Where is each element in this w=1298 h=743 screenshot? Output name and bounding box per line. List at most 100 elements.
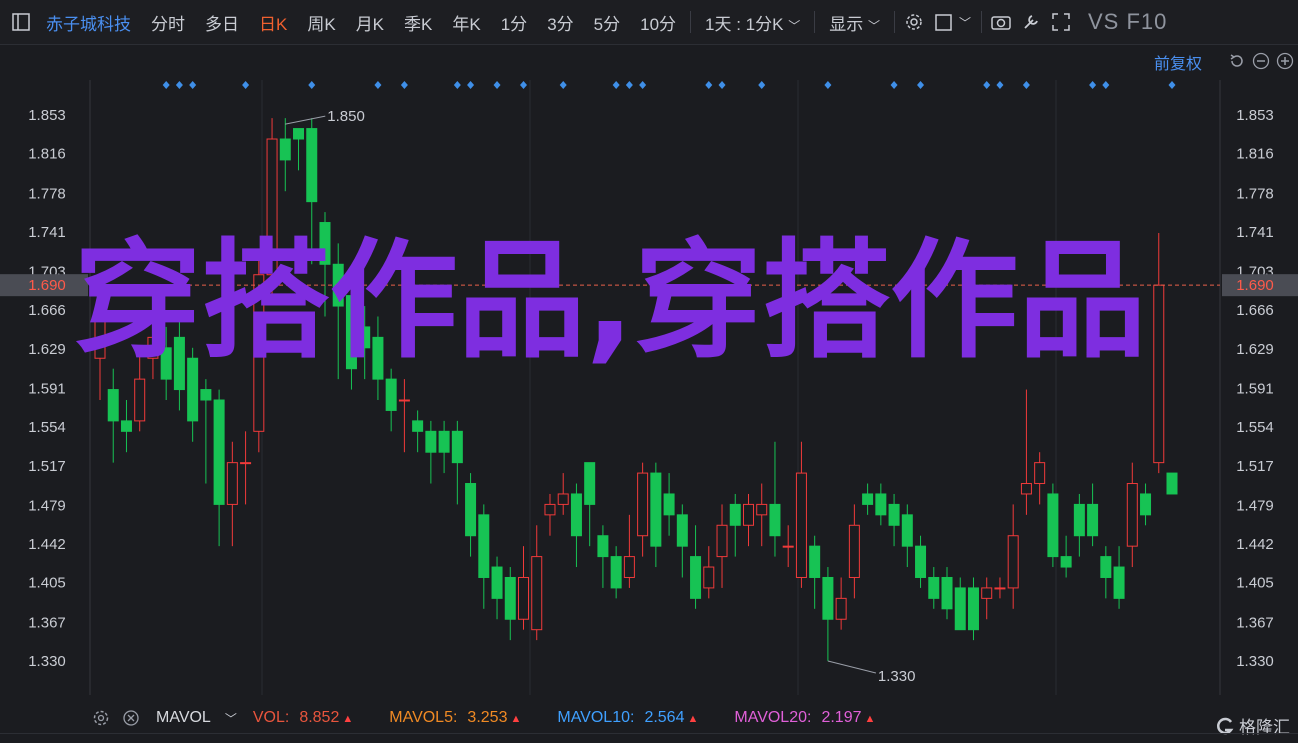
- wrench-icon[interactable]: [1016, 7, 1046, 37]
- indicator-label: MAVOL5:: [389, 709, 458, 726]
- indicator-item: VOL: 8.852 ▲: [253, 709, 353, 727]
- candle-body: [1047, 493, 1059, 558]
- candle-body: [187, 357, 199, 422]
- candle-body: [412, 420, 424, 432]
- chart-svg[interactable]: 1.853 1.853 1.816 1.816 1.778 1.778 1.741 1.741…: [0, 45, 1298, 705]
- candle-body: [253, 274, 265, 432]
- candle-body: [94, 315, 106, 359]
- candle-body: [385, 378, 397, 411]
- candle-body: [848, 524, 860, 578]
- candle-body: [200, 389, 212, 401]
- candle-body: [954, 587, 966, 631]
- stock-name[interactable]: 赤子城科技: [36, 10, 141, 35]
- indicator-bar: MAVOL ﹀ VOL: 8.852 ▲ MAVOL5: 3.253 ▲ MAVOL10: 2…: [0, 705, 1298, 731]
- divider: [814, 11, 816, 33]
- fullscreen-icon[interactable]: [1046, 7, 1076, 37]
- event-marker-icon: [1168, 81, 1176, 89]
- candle-body: [504, 576, 516, 620]
- candle-body: [822, 576, 834, 620]
- y-tick-label-left: 1.405: [28, 575, 66, 592]
- candle-body: [306, 128, 318, 203]
- period-tab[interactable]: 3分: [537, 10, 583, 35]
- indicator-label: MAVOL10:: [557, 709, 635, 726]
- high-annotation-label: 1.850: [327, 108, 365, 125]
- event-marker-icon: [996, 81, 1004, 89]
- low-annotation-line: [827, 660, 877, 674]
- event-marker-icon: [467, 81, 475, 89]
- settings-gear-icon[interactable]: [899, 7, 929, 37]
- event-marker-icon: [189, 81, 197, 89]
- checkbox-icon[interactable]: [929, 7, 959, 37]
- candle-body: [703, 566, 715, 589]
- period-tab[interactable]: 1分: [491, 10, 537, 35]
- period-tab[interactable]: 多日: [195, 10, 249, 35]
- divider: [690, 11, 692, 33]
- camera-icon[interactable]: [986, 7, 1016, 37]
- candle-body: [279, 138, 291, 161]
- chevron-down-icon[interactable]: ﹀: [225, 710, 237, 727]
- event-marker-icon: [625, 81, 633, 89]
- candle-body: [465, 483, 477, 537]
- reset-icon[interactable]: [1228, 52, 1246, 75]
- candle-body: [438, 430, 450, 453]
- candle-body: [769, 503, 781, 537]
- candle-body: [570, 493, 582, 537]
- candle-body: [663, 493, 675, 516]
- candle-body: [650, 472, 662, 547]
- event-marker-icon: [400, 81, 408, 89]
- vs-f10-button[interactable]: VS F10: [1076, 9, 1167, 35]
- zoom-out-icon[interactable]: [1252, 52, 1270, 75]
- candle-body: [928, 576, 940, 599]
- candle-body: [478, 514, 490, 578]
- indicator-close-icon[interactable]: [116, 703, 146, 733]
- period-tab[interactable]: 月K: [346, 10, 394, 35]
- candle-body: [134, 378, 146, 422]
- candle-body: [240, 462, 252, 465]
- y-tick-label-left: 1.853: [28, 107, 66, 124]
- period-tab[interactable]: 年K: [442, 10, 490, 35]
- range-select[interactable]: 1天 : 1分K ﹀: [695, 10, 810, 35]
- period-tab[interactable]: 5分: [584, 10, 630, 35]
- event-marker-icon: [758, 81, 766, 89]
- y-tick-label-left: 1.666: [28, 302, 66, 319]
- period-tab[interactable]: 10分: [630, 10, 686, 35]
- candlestick-chart[interactable]: 1.853 1.853 1.816 1.816 1.778 1.778 1.741 1.741…: [0, 45, 1298, 705]
- event-marker-icon: [917, 81, 925, 89]
- candle-body: [915, 545, 927, 578]
- candle-body: [809, 545, 821, 578]
- indicator-settings-icon[interactable]: [86, 703, 116, 733]
- period-tab[interactable]: 周K: [297, 10, 345, 35]
- event-marker-icon: [824, 81, 832, 89]
- y-tick-label-right: 1.442: [1236, 536, 1274, 553]
- candle-body: [875, 493, 887, 516]
- zoom-in-icon[interactable]: [1276, 52, 1294, 75]
- candle-body: [1140, 493, 1152, 516]
- event-marker-icon: [1022, 81, 1030, 89]
- display-select[interactable]: 显示 ﹀: [819, 10, 890, 35]
- y-tick-label-right: 1.330: [1236, 653, 1274, 670]
- candle-body: [1166, 472, 1178, 495]
- y-tick-label-left: 1.479: [28, 497, 66, 514]
- y-tick-label-right: 1.405: [1236, 575, 1274, 592]
- period-tab[interactable]: 季K: [394, 10, 442, 35]
- chevron-down-icon: ﹀: [788, 18, 801, 33]
- event-marker-icon: [374, 81, 382, 89]
- candle-body: [584, 462, 596, 505]
- event-marker-icon: [242, 81, 250, 89]
- low-annotation-label: 1.330: [878, 668, 916, 685]
- candle-body: [120, 420, 132, 432]
- adjust-mode-label[interactable]: 前复权: [1154, 50, 1202, 74]
- indicator-name[interactable]: MAVOL: [156, 709, 211, 727]
- divider: [980, 11, 982, 33]
- period-tab[interactable]: 分时: [141, 10, 195, 35]
- candle-body: [1034, 462, 1046, 485]
- candle-body: [518, 576, 530, 620]
- event-marker-icon: [1089, 81, 1097, 89]
- candle-body: [226, 462, 238, 505]
- y-tick-label-right: 1.741: [1236, 224, 1274, 241]
- period-tab[interactable]: 日K: [249, 10, 297, 35]
- chevron-down-icon[interactable]: ﹀: [959, 14, 971, 31]
- sidebar-toggle-icon[interactable]: [6, 7, 36, 37]
- event-marker-icon: [983, 81, 991, 89]
- candle-body: [557, 493, 569, 505]
